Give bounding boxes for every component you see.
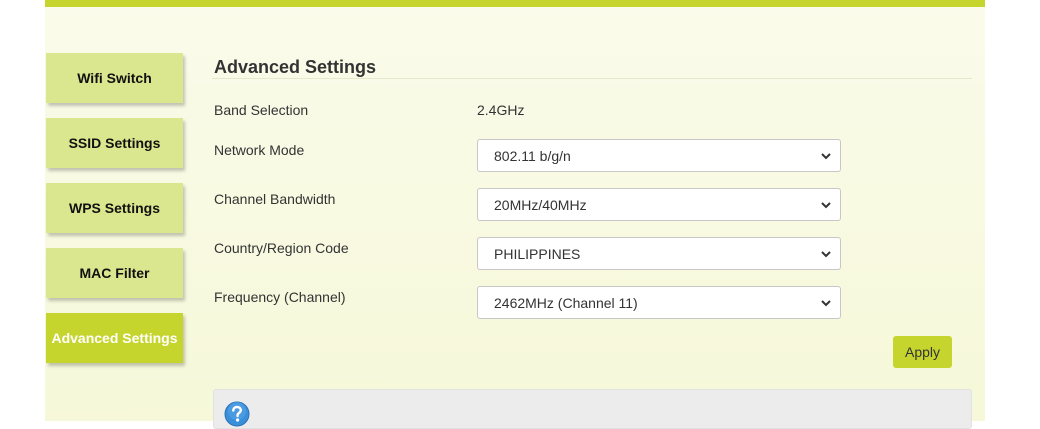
band-selection-label: Band Selection <box>214 102 309 118</box>
chevron-down-icon <box>821 251 831 258</box>
sidebar-item-wps-settings[interactable]: WPS Settings <box>46 183 183 233</box>
sidebar-item-label: MAC Filter <box>79 265 150 281</box>
apply-button-label: Apply <box>904 344 941 360</box>
sidebar-item-wifi-switch[interactable]: Wifi Switch <box>46 53 183 103</box>
channel-bandwidth-label: Channel Bandwidth <box>214 191 336 207</box>
chevron-down-icon <box>821 202 831 209</box>
top-accent-bar <box>45 0 985 7</box>
frequency-channel-select[interactable]: 2462MHz (Channel 11) <box>477 286 841 319</box>
frequency-channel-value: 2462MHz (Channel 11) <box>494 295 638 311</box>
chevron-down-icon <box>821 300 831 307</box>
sidebar-item-label: WPS Settings <box>68 200 160 216</box>
sidebar-item-label: Wifi Switch <box>77 70 152 86</box>
help-box <box>213 389 972 429</box>
title-divider <box>212 78 972 79</box>
chevron-down-icon <box>821 153 831 160</box>
sidebar-item-ssid-settings[interactable]: SSID Settings <box>46 118 183 168</box>
sidebar-item-mac-filter[interactable]: MAC Filter <box>46 248 183 298</box>
apply-button[interactable]: Apply <box>893 336 952 368</box>
frequency-channel-label: Frequency (Channel) <box>214 289 346 305</box>
sidebar-item-advanced-settings[interactable]: Advanced Settings <box>46 313 183 363</box>
country-region-value: PHILIPPINES <box>494 246 581 262</box>
question-icon[interactable] <box>224 401 250 427</box>
sidebar-item-label: SSID Settings <box>68 135 161 151</box>
sidebar-item-label: Advanced Settings <box>51 330 178 346</box>
country-region-label: Country/Region Code <box>214 240 349 256</box>
network-mode-select[interactable]: 802.11 b/g/n <box>477 139 841 172</box>
network-mode-label: Network Mode <box>214 142 305 158</box>
channel-bandwidth-value: 20MHz/40MHz <box>494 197 587 213</box>
band-selection-value: 2.4GHz <box>477 102 525 118</box>
channel-bandwidth-select[interactable]: 20MHz/40MHz <box>477 188 841 221</box>
country-region-select[interactable]: PHILIPPINES <box>477 237 841 270</box>
network-mode-value: 802.11 b/g/n <box>494 148 571 164</box>
page-title: Advanced Settings <box>214 57 377 77</box>
